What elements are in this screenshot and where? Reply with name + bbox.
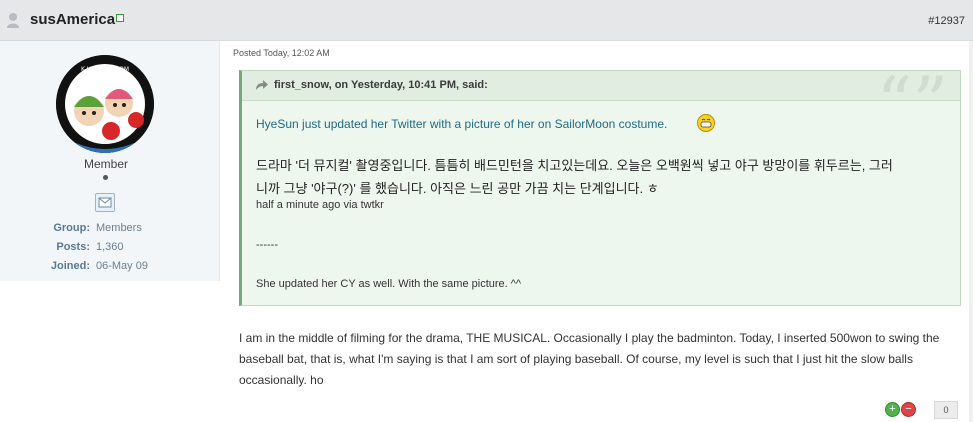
avatar-text: K-HOOMPS.COM (81, 66, 129, 73)
korean-text-line1: 드라마 '더 뮤지컬' 촬영중입니다. 틈틈히 배드민턴을 치고있는데요. 오늘… (256, 158, 893, 173)
reputation-count: 0 (934, 401, 958, 419)
send-message-icon[interactable] (95, 193, 115, 212)
quote-divider: ------ (256, 239, 278, 251)
post-header: susAmerica #12937 (0, 0, 973, 41)
avatar-image: K-HOOMPS.COM (56, 55, 154, 153)
quote-header: first_snow, on Yesterday, 10:41 PM, said… (242, 68, 960, 138)
quote-arrow-icon[interactable] (254, 80, 268, 92)
korean-text-line2: 니까 그냥 '야구(?)' 를 했습니다. 아직은 느린 공만 가끔 치는 단계… (256, 181, 659, 196)
post-number-link[interactable]: #12937 (928, 15, 965, 27)
cy-update-text: She updated her CY as well. With the sam… (256, 278, 522, 290)
grin-emoji-icon (697, 114, 715, 132)
group-value: Members (96, 222, 142, 234)
post-timestamp: Posted Today, 12:02 AM (233, 48, 330, 58)
joined-value: 06-May 09 (96, 260, 148, 272)
post-body: I am in the middle of filming for the dr… (239, 331, 940, 387)
quote-block: first_snow, on Yesterday, 10:41 PM, said… (239, 68, 961, 306)
posts-value: 1,360 (96, 241, 124, 253)
group-label: Group: (53, 222, 90, 234)
user-icon (7, 13, 19, 28)
rank-pip-icon (103, 175, 108, 180)
online-status-icon (116, 14, 124, 22)
twitter-link[interactable]: HyeSun just updated her Twitter with a p… (256, 117, 667, 131)
quote-marks-icon: “” (876, 62, 948, 144)
quote-attribution: first_snow, on Yesterday, 10:41 PM, said… (274, 79, 488, 91)
joined-label: Joined: (50, 260, 90, 272)
scrollbar[interactable] (969, 41, 973, 422)
username-link[interactable]: susAmerica (30, 11, 115, 28)
member-rank: Member (83, 157, 128, 171)
posts-label: Posts: (56, 241, 90, 253)
author-sidebar: K-HOOMPS.COM Member Group: Members Posts… (0, 41, 220, 281)
rep-up-icon[interactable]: + (885, 402, 900, 417)
tweet-source: half a minute ago via twtkr (256, 199, 384, 211)
avatar[interactable]: K-HOOMPS.COM (56, 55, 154, 153)
rep-down-icon[interactable]: − (901, 402, 916, 417)
